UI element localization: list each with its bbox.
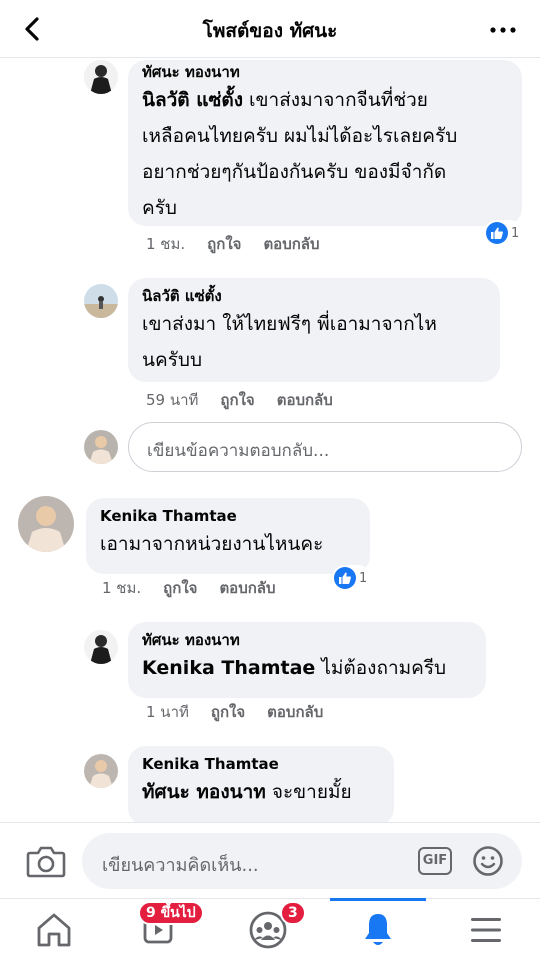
reaction-count[interactable]: 1	[332, 565, 372, 591]
comment-author[interactable]: ทัศนะ ทองนาท	[142, 630, 472, 650]
bottom-tab-bar: 9 ขึ้นไป 3	[0, 898, 540, 960]
avatar[interactable]	[18, 496, 74, 552]
avatar[interactable]	[84, 60, 118, 94]
more-options-icon[interactable]	[488, 22, 518, 36]
comment-time: 59 นาที	[146, 391, 199, 409]
comment-bubble[interactable]: Kenika Thamtae เอามาจากหน่วยงานไหนคะ	[86, 498, 370, 574]
tab-notifications[interactable]	[353, 909, 403, 951]
comment-author[interactable]: Kenika Thamtae	[100, 506, 356, 526]
like-button[interactable]: ถูกใจ	[211, 703, 245, 721]
camera-icon[interactable]	[26, 843, 66, 879]
top-bar: โพสต์ของ ทัศนะ	[0, 0, 540, 58]
comment-actions: 1 นาที ถูกใจ ตอบกลับ	[146, 700, 345, 724]
comment-author[interactable]: Kenika Thamtae	[142, 754, 380, 774]
avatar[interactable]	[84, 284, 118, 318]
comment-thread: ทัศนะ ทองนาท นิลวัติ แซ่ตั้ง เขาส่งมาจาก…	[0, 58, 540, 822]
mention-link[interactable]: นิลวัติ แซ่ตั้ง	[142, 89, 243, 111]
hamburger-menu-icon	[471, 918, 501, 942]
comment-time: 1 ชม.	[146, 235, 186, 253]
comment-text: ทัศนะ ทองนาท จะขายมั้ย	[142, 781, 352, 803]
comment-input[interactable]: เขียนความคิดเห็น...	[82, 833, 522, 889]
avatar[interactable]	[84, 630, 118, 664]
reply-input[interactable]: เขียนข้อความตอบกลับ...	[128, 422, 522, 472]
mention-link[interactable]: ทัศนะ ทองนาท	[142, 781, 266, 803]
emoji-icon[interactable]	[472, 845, 504, 877]
bell-icon	[365, 914, 391, 945]
reply-button[interactable]: ตอบกลับ	[277, 391, 333, 409]
page-title: โพสต์ของ ทัศนะ	[202, 20, 338, 42]
current-user-avatar	[84, 430, 118, 464]
comment-time: 1 ชม.	[102, 579, 142, 597]
comment-bubble[interactable]: Kenika Thamtae ทัศนะ ทองนาท จะขายมั้ย	[128, 746, 394, 822]
comment-author[interactable]: นิลวัติ แซ่ตั้ง	[142, 286, 486, 306]
thumbs-up-icon	[486, 222, 508, 244]
gif-icon[interactable]: GIF	[418, 847, 452, 875]
mention-link[interactable]: Kenika Thamtae	[142, 657, 315, 679]
tab-menu[interactable]	[461, 909, 511, 951]
comment-bubble[interactable]: นิลวัติ แซ่ตั้ง เขาส่งมา ให้ไทยฟรีๆ พี่เ…	[128, 278, 500, 382]
comment-text: เขาส่งมา ให้ไทยฟรีๆ พี่เอามาจากไห นครับบ	[142, 313, 437, 371]
comment-time: 1 นาที	[146, 703, 189, 721]
home-icon	[37, 913, 71, 947]
comment-actions: 1 ชม. ถูกใจ ตอบกลับ	[102, 576, 298, 600]
tab-home[interactable]	[29, 909, 79, 951]
comment-text: Kenika Thamtae ไม่ต้องถามครีบ	[142, 657, 447, 679]
thumbs-up-icon	[334, 567, 356, 589]
comment-bubble[interactable]: ทัศนะ ทองนาท Kenika Thamtae ไม่ต้องถามคร…	[128, 622, 486, 698]
comment-composer: เขียนความคิดเห็น... GIF	[0, 822, 540, 898]
comment-actions: 59 นาที ถูกใจ ตอบกลับ	[146, 388, 355, 412]
comment-text: เอามาจากหน่วยงานไหนคะ	[100, 533, 324, 555]
comment-text: นิลวัติ แซ่ตั้ง เขาส่งมาจากจีนที่ช่วย เหล…	[142, 89, 458, 219]
like-button[interactable]: ถูกใจ	[207, 235, 241, 253]
like-button[interactable]: ถูกใจ	[163, 579, 197, 597]
comment-author[interactable]: ทัศนะ ทองนาท	[142, 62, 508, 82]
avatar[interactable]	[84, 754, 118, 788]
reaction-count[interactable]: 1	[484, 220, 524, 246]
active-tab-indicator	[330, 898, 426, 901]
reply-button[interactable]: ตอบกลับ	[219, 579, 275, 597]
reply-button[interactable]: ตอบกลับ	[267, 703, 323, 721]
comment-actions: 1 ชม. ถูกใจ ตอบกลับ	[146, 232, 342, 256]
like-button[interactable]: ถูกใจ	[220, 391, 254, 409]
reply-button[interactable]: ตอบกลับ	[263, 235, 319, 253]
comment-bubble[interactable]: ทัศนะ ทองนาท นิลวัติ แซ่ตั้ง เขาส่งมาจาก…	[128, 60, 522, 226]
groups-notification-badge: 3	[280, 901, 306, 925]
video-notification-badge: 9 ขึ้นไป	[138, 901, 204, 925]
